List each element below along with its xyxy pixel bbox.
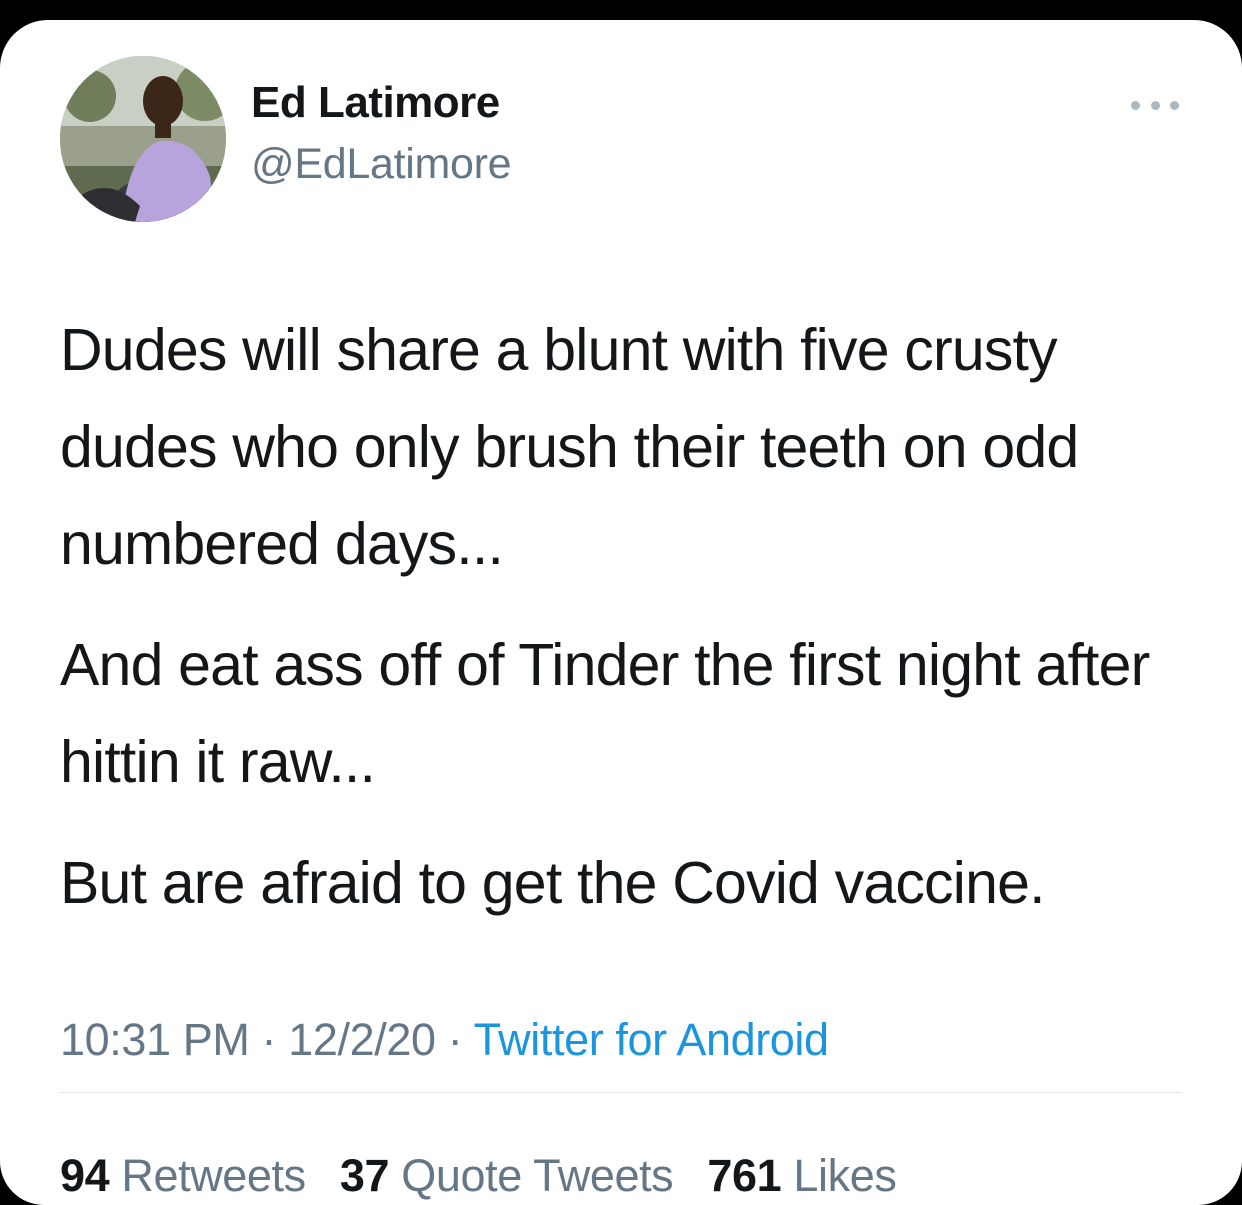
likes-label: Likes bbox=[793, 1150, 897, 1201]
tweet-source-link[interactable]: Twitter for Android bbox=[474, 1014, 829, 1065]
tweet-stats: 94 Retweets 37 Quote Tweets 761 Likes bbox=[60, 1150, 897, 1202]
retweets-count: 94 bbox=[60, 1150, 110, 1201]
author-display-name[interactable]: Ed Latimore bbox=[251, 78, 500, 128]
meta-separator: · bbox=[447, 1014, 463, 1065]
meta-separator: · bbox=[261, 1014, 277, 1065]
tweet-date[interactable]: 12/2/20 bbox=[288, 1014, 436, 1065]
more-dot bbox=[1131, 100, 1140, 110]
more-dot bbox=[1150, 100, 1160, 110]
more-dot bbox=[1170, 100, 1179, 110]
retweets-stat[interactable]: 94 Retweets bbox=[60, 1150, 318, 1201]
more-horizontal-icon[interactable] bbox=[1131, 100, 1179, 110]
avatar[interactable] bbox=[60, 56, 226, 222]
tweet-card: Ed Latimore @EdLatimore Dudes will share… bbox=[0, 20, 1242, 1205]
divider bbox=[60, 1092, 1182, 1093]
tweet-body: Dudes will share a blunt with five crust… bbox=[60, 302, 1200, 932]
quote-tweets-count: 37 bbox=[339, 1150, 390, 1201]
avatar-image bbox=[60, 56, 226, 222]
tweet-paragraph: Dudes will share a blunt with five crust… bbox=[60, 317, 1079, 577]
likes-count: 761 bbox=[707, 1150, 782, 1201]
quote-tweets-label: Quote Tweets bbox=[401, 1150, 674, 1201]
quote-tweets-stat[interactable]: 37 Quote Tweets bbox=[340, 1150, 686, 1201]
tweet-time[interactable]: 10:31 PM bbox=[60, 1014, 250, 1065]
retweets-label: Retweets bbox=[121, 1150, 306, 1201]
author-handle[interactable]: @EdLatimore bbox=[251, 140, 512, 189]
tweet-paragraph: But are afraid to get the Covid vaccine. bbox=[60, 850, 1045, 916]
tweet-paragraph: And eat ass off of Tinder the first nigh… bbox=[60, 632, 1150, 795]
likes-stat[interactable]: 761 Likes bbox=[707, 1150, 896, 1201]
tweet-metadata: 10:31 PM · 12/2/20 · Twitter for Android bbox=[60, 1014, 829, 1066]
